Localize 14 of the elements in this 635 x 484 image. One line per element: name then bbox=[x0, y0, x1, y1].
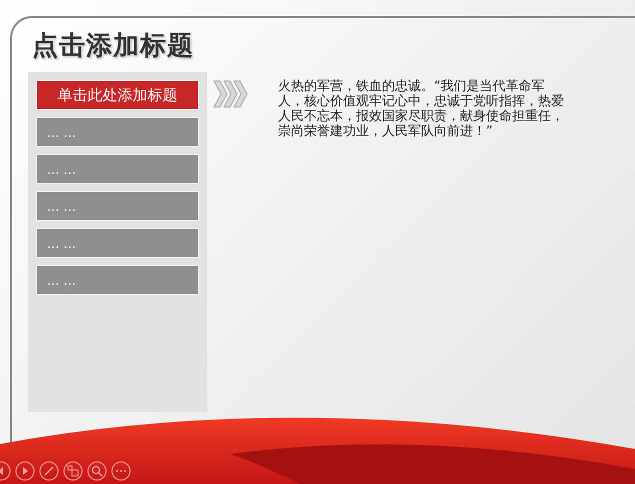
pen-icon-button[interactable] bbox=[39, 461, 59, 481]
menu-item[interactable]: ... ... bbox=[36, 154, 199, 184]
body-paragraph: 火热的军营，铁血的忠诚。“我们是当代革命军人，核心价值观牢记心中，忠诚于党听指挥，热爱人民不忘本，报效国家尽职责，献身使命担重任，崇尚荣誉建功业，人民军队向前进！” bbox=[278, 79, 565, 139]
menu-item[interactable]: ... ... bbox=[36, 228, 199, 258]
menu-item[interactable]: 单击此处添加标题 bbox=[36, 80, 199, 110]
zoom-icon-button[interactable] bbox=[87, 461, 107, 481]
slide-title: 点击添加标题 bbox=[32, 30, 195, 63]
more-icon-button[interactable] bbox=[111, 461, 131, 481]
slides-icon-button[interactable] bbox=[63, 461, 83, 481]
menu-item[interactable]: ... ... bbox=[36, 265, 199, 295]
chevrons-icon bbox=[213, 80, 249, 108]
menu-item[interactable]: ... ... bbox=[36, 191, 199, 221]
next-icon-button[interactable] bbox=[15, 461, 35, 481]
menu-item[interactable]: ... ... bbox=[36, 117, 199, 147]
